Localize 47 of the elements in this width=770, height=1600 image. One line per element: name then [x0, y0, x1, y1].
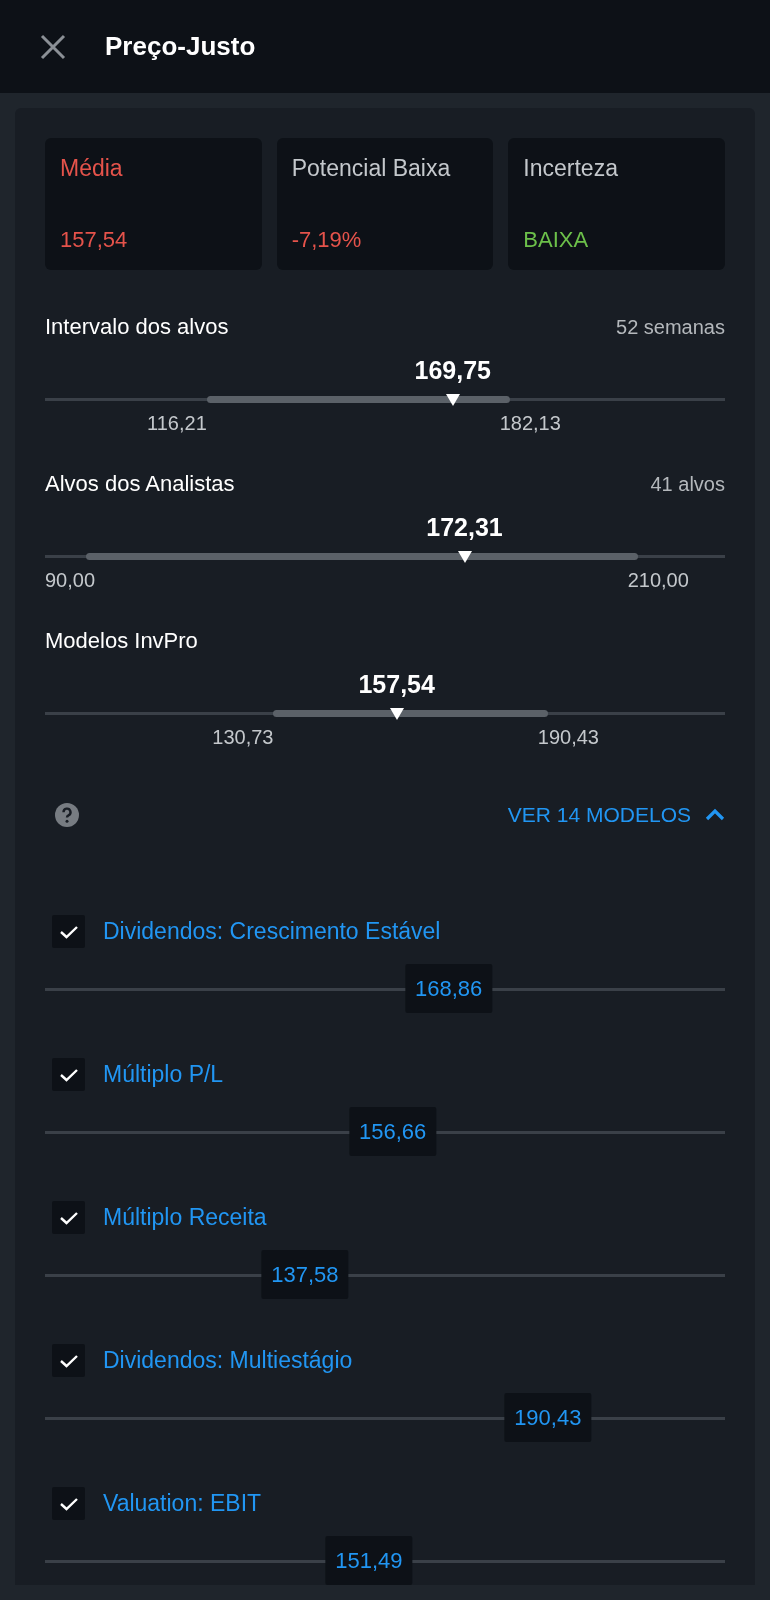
- checkmark-icon: [58, 1066, 79, 1083]
- model-value: 168,86: [405, 964, 493, 1013]
- model-link[interactable]: Múltiplo Receita: [103, 1204, 267, 1231]
- checkbox[interactable]: [52, 915, 85, 948]
- model-value: 151,49: [325, 1536, 413, 1585]
- checkbox[interactable]: [52, 1058, 85, 1091]
- model-value: 137,58: [261, 1250, 349, 1299]
- checkbox[interactable]: [52, 1201, 85, 1234]
- target-value: 157,54: [358, 670, 435, 699]
- range-high-label: 182,13: [499, 412, 561, 435]
- target-value: 172,31: [426, 513, 503, 542]
- range-title: Alvos dos Analistas: [45, 471, 235, 497]
- checkmark-icon: [58, 1352, 79, 1369]
- checkbox[interactable]: [52, 1487, 85, 1520]
- triangle-marker-icon: [445, 394, 460, 406]
- card-label: Média: [60, 154, 124, 183]
- range-high-label: 190,43: [537, 726, 599, 749]
- card-value: -7,19%: [291, 226, 363, 254]
- range-high-label: 210,00: [627, 569, 689, 592]
- triangle-marker-icon: [457, 551, 472, 563]
- card-label: Potencial Baixa: [291, 154, 452, 183]
- checkmark-icon: [58, 1495, 79, 1512]
- checkmark-icon: [58, 1209, 79, 1226]
- model-link[interactable]: Dividendos: Crescimento Estável: [103, 918, 441, 945]
- card-value: 157,54: [60, 226, 129, 254]
- range-low-label: 116,21: [147, 412, 207, 435]
- range-title: Modelos InvPro: [45, 628, 198, 654]
- checkbox[interactable]: [52, 1344, 85, 1377]
- view-models-button[interactable]: VER 14 MODELOS: [507, 803, 725, 827]
- model-link[interactable]: Valuation: EBIT: [103, 1490, 262, 1517]
- target-value: 169,75: [414, 356, 491, 385]
- triangle-marker-icon: [389, 708, 404, 720]
- page-title: Preço-Justo: [105, 31, 256, 62]
- checkmark-icon: [58, 923, 79, 940]
- range-low-label: 130,73: [212, 726, 274, 749]
- model-link[interactable]: Múltiplo P/L: [103, 1061, 224, 1088]
- model-value: 190,43: [504, 1393, 592, 1442]
- model-value: 156,66: [349, 1107, 437, 1156]
- model-link[interactable]: Dividendos: Multiestágio: [103, 1347, 353, 1374]
- close-icon[interactable]: [39, 32, 67, 61]
- range-note: 41 alvos: [650, 473, 725, 496]
- card-label: Incerteza: [523, 154, 619, 183]
- range-title: Intervalo dos alvos: [45, 314, 229, 340]
- range-low-label: 90,00: [45, 569, 96, 592]
- help-icon[interactable]: [55, 803, 79, 827]
- card-value: BAIXA: [523, 226, 590, 254]
- range-note: 52 semanas: [616, 316, 725, 339]
